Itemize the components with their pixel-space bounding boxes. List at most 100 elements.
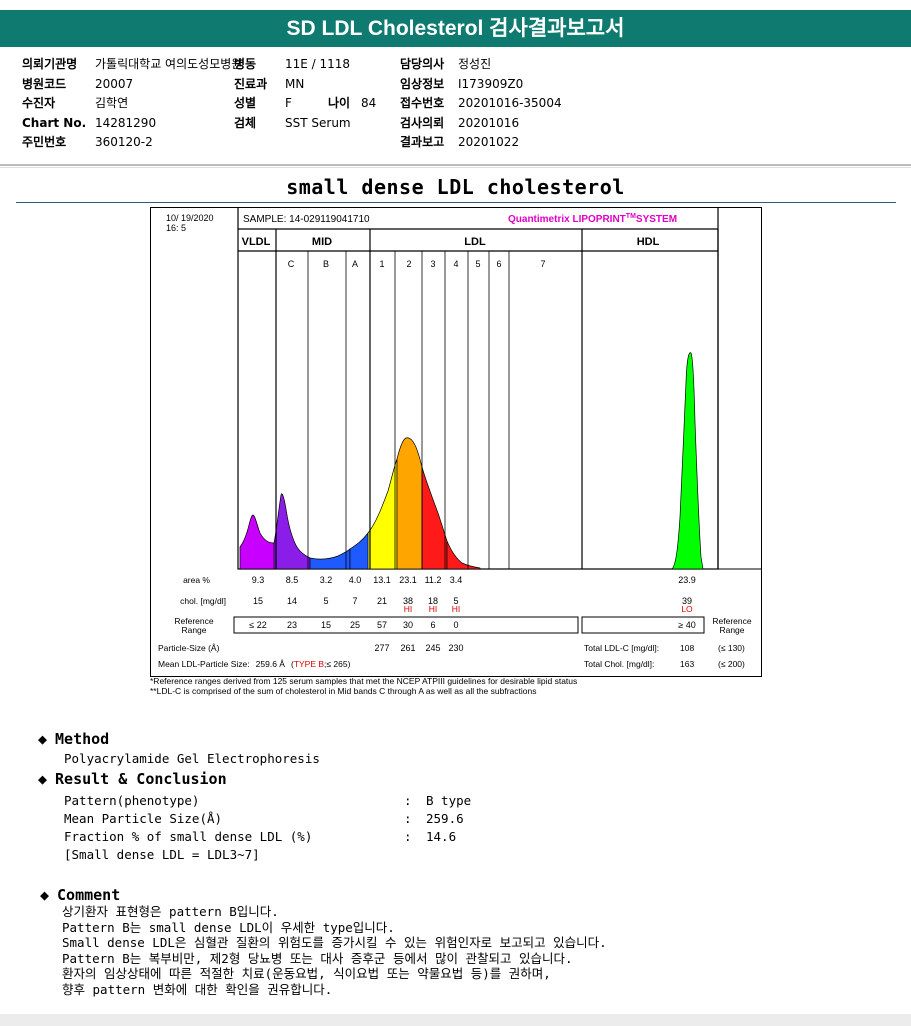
info-row-3: 수진자 김학연 성별 F 나이 84 접수번호 20201016-35004 [22, 94, 902, 114]
group-label-mid: MID [312, 236, 332, 248]
sex-value: F [285, 96, 292, 110]
area-value: 9.3 [252, 575, 265, 585]
chart-date: 10/ 19/2020 [166, 213, 214, 223]
patient-value: 김학연 [95, 96, 129, 110]
result-section: ◆ Result & Conclusion Pattern(phenotype) … [38, 770, 564, 864]
flag-value: HI [404, 604, 413, 614]
clinical-label: 임상정보 [400, 76, 445, 91]
chart-time: 16: 5 [166, 223, 186, 233]
band-label-a: A [352, 259, 358, 269]
clinical-value: I173909Z0 [458, 76, 524, 91]
comment-line: 향후 pattern 변화에 대한 확인을 권유합니다. [62, 981, 333, 997]
ward-label: 병동 [234, 57, 257, 71]
header-divider-shadow [0, 167, 911, 168]
area-value: 23.1 [399, 575, 417, 585]
receipt-value: 20201016-35004 [458, 96, 562, 110]
area-value: 8.5 [286, 575, 299, 585]
area-value: 23.9 [678, 575, 696, 585]
result-row-fraction: Fraction % of small dense LDL (%) : 14.6 [64, 829, 457, 844]
patient-label: 수진자 [22, 96, 56, 110]
method-heading: ◆ Method [38, 730, 110, 748]
chol-value: 14 [287, 596, 297, 606]
band-label-b: B [323, 259, 329, 269]
chol-value: 21 [377, 596, 387, 606]
info-row-4: Chart No. 14281290 검체 SST Serum 검사의뢰 202… [22, 114, 902, 134]
reference-value: 15 [321, 620, 331, 630]
total-chol-ref: (≤ 200) [718, 659, 745, 669]
total-ldl-ref: (≤ 130) [718, 643, 745, 653]
area-value: 4.0 [349, 575, 362, 585]
section-title-underline [16, 202, 896, 203]
id-value: 360120-2 [95, 135, 153, 149]
total-ldl-label: Total LDL-C [mg/dl]: [584, 643, 659, 653]
lipoprint-chart-svg: 10/ 19/2020 16: 5 SAMPLE: 14-02911904171… [150, 206, 762, 677]
ward-value: 11E / 1118 [285, 57, 351, 71]
group-label-hdl: HDL [637, 236, 660, 248]
method-section: ◆ Method Polyacrylamide Gel Electrophores… [38, 730, 320, 768]
header-divider [0, 164, 911, 166]
chart-sample: SAMPLE: 14-029119041710 [243, 214, 370, 225]
result-date-label: 결과보고 [400, 135, 445, 149]
footnote-2: **LDL-C is comprised of the sum of chole… [150, 686, 537, 696]
hospital-value: 가톨릭대학교 여의도성모병원 [95, 57, 243, 71]
dept-label: 진료과 [234, 76, 268, 91]
chol-value: 5 [323, 596, 328, 606]
area-value: 11.2 [425, 575, 442, 585]
lipoprint-chart: 10/ 19/2020 16: 5 SAMPLE: 14-02911904171… [150, 206, 762, 677]
info-row-2: 병원코드 20007 진료과 MN 임상정보 I173909Z0 [22, 75, 902, 95]
band-label-6: 6 [496, 259, 501, 269]
info-row-5: 주민번호 360120-2 결과보고 20201022 [22, 133, 902, 153]
particle-size-value: 261 [400, 643, 415, 653]
code-value: 20007 [95, 76, 134, 91]
result-row-size: Mean Particle Size(Å) : 259.6 [64, 811, 464, 826]
bottom-bar [0, 1014, 911, 1026]
comment-line: Pattern B는 small dense LDL이 우세한 type입니다. [62, 919, 395, 935]
group-label-ldl: LDL [464, 236, 486, 248]
doctor-label: 담당의사 [400, 57, 445, 71]
area-value: 3.2 [320, 575, 333, 585]
request-label: 검사의뢰 [400, 115, 445, 130]
receipt-label: 접수번호 [400, 96, 445, 110]
band-label-4: 4 [453, 259, 458, 269]
reference-value: 6 [430, 620, 435, 630]
reference-value: 25 [350, 620, 360, 630]
row-label-ref-2: Range [181, 625, 206, 635]
comment-line: 상기환자 표현형은 pattern B입니다. [62, 904, 279, 919]
band-label-5: 5 [475, 259, 480, 269]
peak-ldl2 [396, 437, 423, 570]
chart-no-label: Chart No. [22, 115, 87, 130]
chart-no-value: 14281290 [95, 115, 157, 130]
row-label-area: area % [183, 575, 210, 585]
footnote-1: *Reference ranges derived from 125 serum… [150, 676, 578, 686]
result-note: [Small dense LDL = LDL3~7] [64, 847, 260, 862]
result-row-pattern: Pattern(phenotype) : B type [64, 793, 472, 808]
band-label-1: 1 [379, 259, 384, 269]
specimen-label: 검체 [234, 115, 257, 130]
total-ldl-value: 108 [680, 643, 694, 653]
age-label: 나이 [328, 96, 351, 110]
result-date-value: 20201022 [458, 135, 520, 149]
id-label: 주민번호 [22, 135, 67, 149]
result-heading: ◆ Result & Conclusion [38, 770, 227, 788]
reference-value: ≤ 22 [249, 620, 266, 630]
result-rows: Pattern(phenotype) : B type Mean Particl… [64, 792, 564, 864]
report-title: SD LDL Cholesterol 검사결과보고서 [0, 10, 911, 47]
comment-line: 환자의 임상상태에 따른 적절한 치료(운동요법, 식이요법 또는 약물요법 등… [62, 966, 551, 981]
row-label-ref-right-2: Range [719, 625, 744, 635]
specimen-value: SST Serum [285, 115, 351, 130]
band-label-2: 2 [406, 259, 411, 269]
particle-size-value: 245 [425, 643, 440, 653]
reference-value: 23 [287, 620, 297, 630]
particle-size-value: 230 [448, 643, 463, 653]
reference-value: 30 [403, 620, 413, 630]
diamond-icon: ◆ [38, 730, 48, 748]
flag-value: HI [452, 604, 461, 614]
comment-line: Small dense LDL은 심혈관 질환의 위험도를 증가시킬 수 있는 … [62, 935, 607, 950]
chol-value: 7 [352, 596, 357, 606]
request-value: 20201016 [458, 115, 520, 130]
flag-value: HI [429, 604, 438, 614]
info-row-1: 의뢰기관명 가톨릭대학교 여의도성모병원 병동 11E / 1118 담당의사 … [22, 55, 902, 75]
doctor-value: 정성진 [458, 57, 492, 71]
diamond-icon: ◆ [38, 770, 48, 788]
sex-label: 성별 [234, 96, 257, 110]
